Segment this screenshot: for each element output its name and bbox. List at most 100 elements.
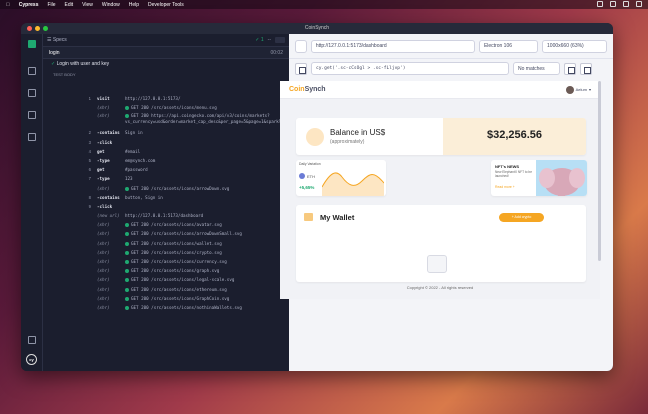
command-row[interactable]: 4 get #email — [43, 147, 287, 156]
command-number: 4 — [88, 148, 91, 154]
eth-label: ETH — [299, 173, 315, 179]
command-message: GET 200 /src/assets/icons/legal-scale.sv… — [125, 275, 234, 284]
command-name: get — [97, 148, 105, 154]
command-row[interactable]: 8 -contains button, Sign in — [43, 193, 287, 202]
command-row[interactable]: (xhr) GET 200 /src/assets/icons/menu.svg — [43, 103, 287, 112]
command-row[interactable]: (xhr) GET 200 https://api.coingecko.com/a… — [43, 112, 287, 128]
matches-count: No matches — [513, 62, 560, 75]
close-window-button[interactable] — [27, 26, 32, 31]
command-row[interactable]: (xhr) GET 200 /src/assets/icons/nothinaWa… — [43, 303, 287, 312]
rerun-button[interactable] — [275, 37, 285, 43]
apple-icon[interactable]:  — [6, 2, 10, 8]
minimize-window-button[interactable] — [35, 26, 40, 31]
command-row[interactable]: 6 get #password — [43, 165, 287, 174]
menu-file[interactable]: File — [47, 2, 55, 8]
add-crypto-button[interactable]: + Add crypto — [499, 213, 544, 222]
my-wallet-card: My Wallet + Add crypto — [296, 205, 586, 282]
status-icon[interactable] — [597, 1, 603, 7]
specs-icon[interactable] — [28, 67, 36, 75]
coinsynch-logo[interactable]: CoinSynch — [289, 86, 326, 93]
macos-menubar:  Cypress File Edit View Window Help Dev… — [0, 0, 648, 9]
command-number: 9 — [88, 203, 91, 209]
command-row[interactable]: (xhr) GET 200 /src/assets/icons/ethereum.… — [43, 285, 287, 294]
user-menu[interactable]: Aelum ▾ — [565, 85, 591, 94]
command-row[interactable]: 9 -click — [43, 202, 287, 211]
selector-input[interactable]: cy.get('.sc-cCsOgl > .sc-fLljvp') — [311, 62, 509, 75]
menu-help[interactable]: Help — [129, 2, 139, 8]
command-name: (xhr) — [97, 249, 110, 255]
runs-icon[interactable] — [28, 89, 36, 97]
balance-card: Balance in US$ (approximately) $32,256.5… — [296, 118, 586, 155]
command-row[interactable]: (xhr) GET 200 /src/assets/icons/avatar.sv… — [43, 220, 287, 229]
command-row[interactable]: (xhr) GET 200 /src/assets/icons/arrowDown… — [43, 184, 287, 193]
balance-title: Balance in US$ — [330, 128, 386, 137]
pass-check-icon: ✓ — [51, 61, 56, 67]
coinsynch-app: CoinSynch Aelum ▾ Balance in US$ (approxi… — [280, 81, 600, 299]
spec-header[interactable]: login 00:02 — [43, 47, 289, 59]
command-row[interactable]: (xhr) GET 200 /src/assets/icons/arrowDown… — [43, 229, 287, 238]
app-scrollbar[interactable] — [598, 81, 601, 261]
menu-window[interactable]: Window — [102, 2, 120, 8]
command-row[interactable]: 2 -contains Sign in — [43, 128, 287, 137]
selector-target-icon[interactable] — [295, 62, 307, 75]
passed-count: ✓ 1 — [255, 37, 264, 43]
copy-icon[interactable] — [564, 62, 576, 75]
specs-label[interactable]: Specs — [53, 37, 67, 43]
menu-app-name[interactable]: Cypress — [19, 2, 39, 8]
command-row[interactable]: 1 visit http://127.0.0.1:5173/ — [43, 94, 287, 103]
balance-subtitle: (approximately) — [330, 139, 365, 145]
url-display[interactable]: http://127.0.0.1:5173/dashboard — [310, 39, 475, 53]
daily-variation-card: Daily Variation ETH +5,65% — [296, 160, 386, 196]
command-number: 7 — [88, 176, 91, 182]
command-name: (xhr) — [97, 185, 110, 191]
command-number: 5 — [88, 157, 91, 163]
command-row[interactable]: (new url) http://127.0.0.1:5173/dashboard — [43, 211, 287, 220]
command-message: GET 200 https://api.coingecko.com/api/v3… — [125, 113, 287, 125]
daily-variation-title: Daily Variation — [299, 162, 321, 166]
target-icon[interactable] — [295, 39, 307, 53]
command-name: (xhr) — [97, 295, 110, 301]
browser-select[interactable]: Electron 106 — [478, 39, 539, 53]
ethereum-icon — [299, 173, 305, 179]
command-message: http://127.0.0.1:5173/dashboard — [125, 213, 204, 219]
command-row[interactable]: (xhr) GET 200 /src/assets/icons/wallet.sv… — [43, 239, 287, 248]
command-row[interactable]: (xhr) GET 200 /src/assets/icons/GraphCoin… — [43, 294, 287, 303]
command-number: 2 — [88, 130, 91, 136]
command-name: -type — [97, 157, 110, 163]
sidebar-nav: cy — [21, 34, 43, 371]
print-icon[interactable] — [580, 62, 592, 75]
read-more-link[interactable]: Read more + — [495, 185, 515, 189]
command-number: 1 — [88, 96, 91, 101]
debug-icon[interactable] — [28, 111, 36, 119]
command-row[interactable]: (xhr) GET 200 /src/assets/icons/currency.… — [43, 257, 287, 266]
user-name: Aelum — [575, 87, 587, 92]
command-row[interactable]: 5 -type em@synch.com — [43, 156, 287, 165]
maximize-window-button[interactable] — [43, 26, 48, 31]
status-icon[interactable] — [610, 1, 616, 7]
menu-view[interactable]: View — [82, 2, 93, 8]
pending-count: -- — [267, 37, 271, 43]
wifi-icon[interactable] — [623, 1, 629, 7]
daily-variation-pct: +5,65% — [299, 185, 315, 190]
cypress-project-icon[interactable] — [28, 40, 36, 48]
command-row[interactable]: (xhr) GET 200 /src/assets/icons/crypto.sv… — [43, 248, 287, 257]
viewport-info[interactable]: 1000x660 (63%) — [542, 39, 607, 53]
keyboard-shortcuts-icon[interactable] — [28, 336, 36, 344]
command-message: #email — [125, 148, 141, 154]
search-icon[interactable] — [636, 1, 642, 7]
command-row[interactable]: 7 -type 123 — [43, 174, 287, 183]
settings-icon[interactable] — [28, 133, 36, 141]
test-title[interactable]: ✓ Login with user and key — [43, 59, 289, 70]
elephant-nft-image — [536, 160, 587, 196]
command-row[interactable]: 3 -click — [43, 138, 287, 147]
passed-value: 1 — [260, 37, 264, 43]
command-log-panel: ☰ Specs ✓ 1 -- login 00:02 ✓ Login with … — [43, 34, 292, 371]
command-name: -contains — [97, 194, 120, 200]
command-message: GET 200 /src/assets/icons/avatar.svg — [125, 220, 222, 229]
test-body-label: TEST BODY — [53, 72, 76, 77]
command-row[interactable]: (xhr) GET 200 /src/assets/icons/legal-sca… — [43, 275, 287, 284]
nft-news-description: New ElephantX NFT to be launched! — [495, 170, 532, 178]
menu-developer-tools[interactable]: Developer Tools — [148, 2, 184, 8]
menu-edit[interactable]: Edit — [65, 2, 74, 8]
command-row[interactable]: (xhr) GET 200 /src/assets/icons/graph.svg — [43, 266, 287, 275]
